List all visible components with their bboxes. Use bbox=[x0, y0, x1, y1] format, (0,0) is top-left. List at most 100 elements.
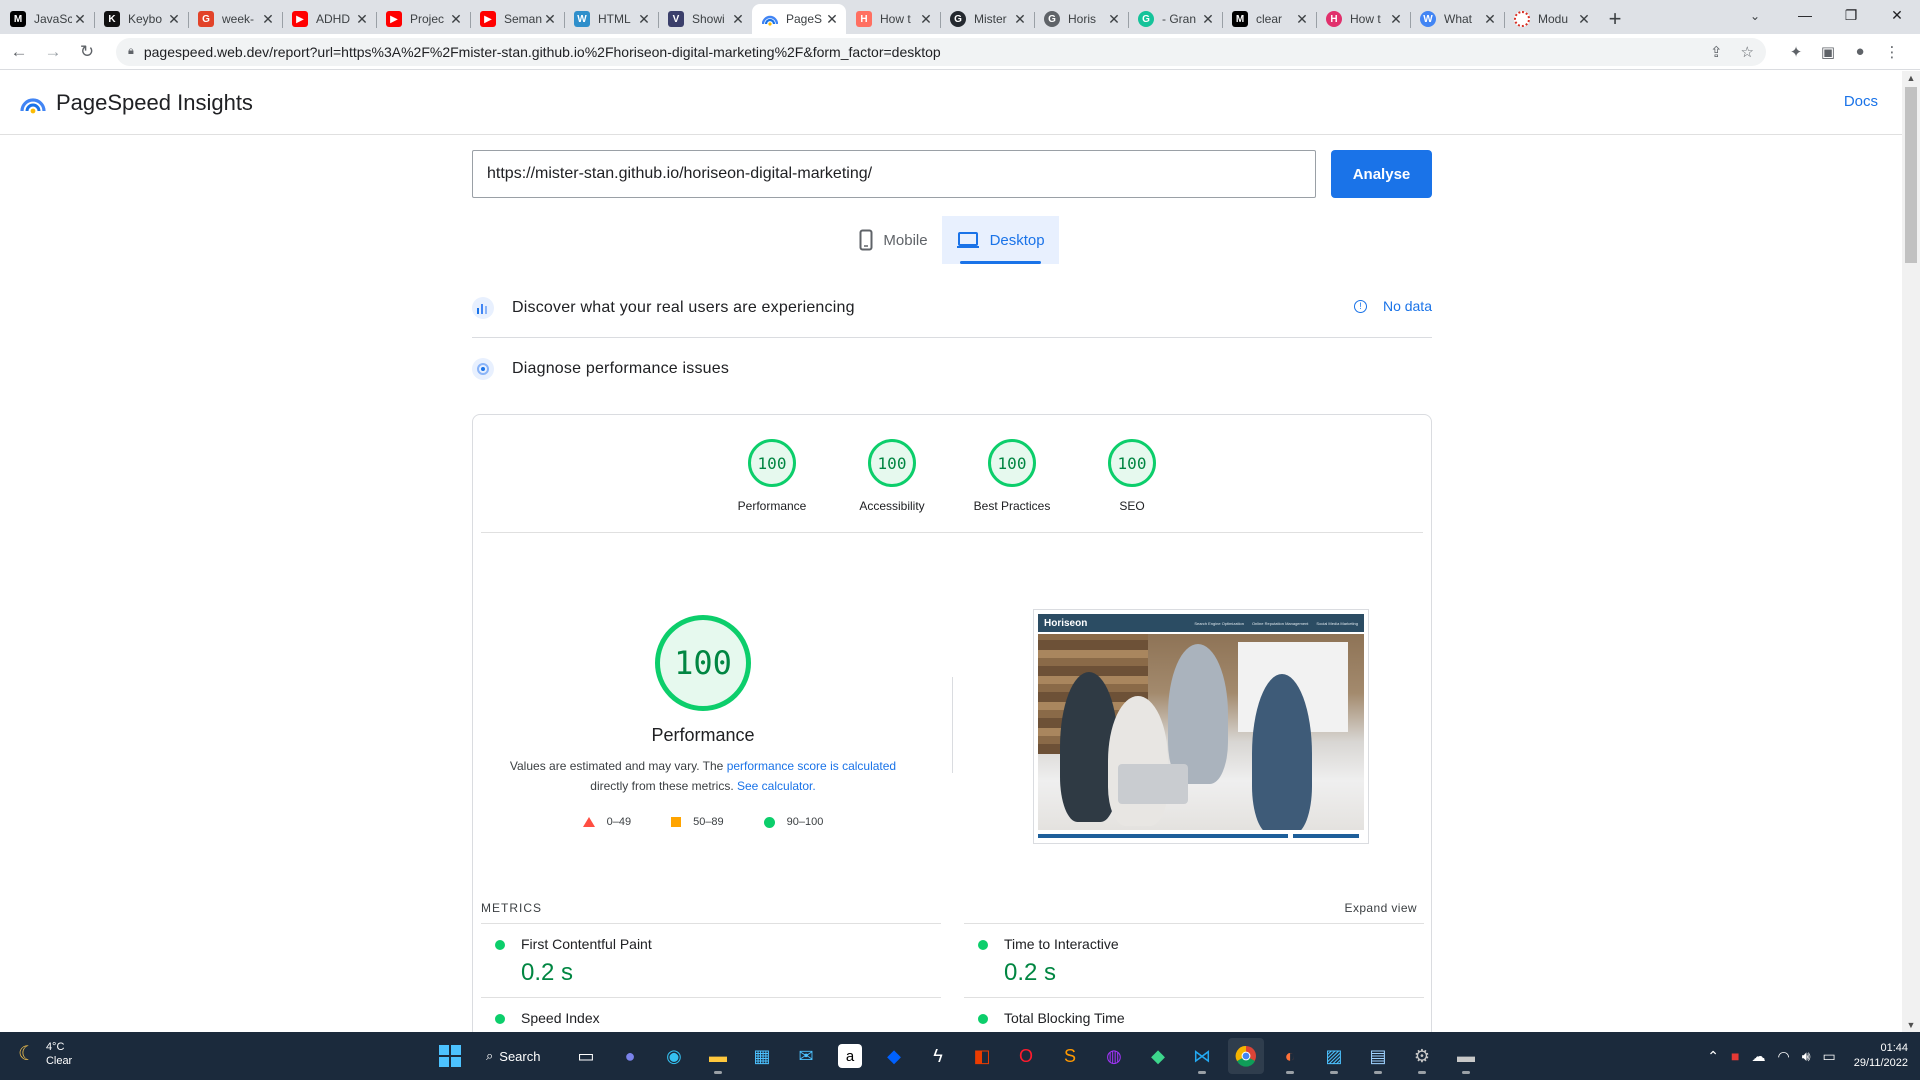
lock-icon[interactable]: 🔒︎ bbox=[128, 45, 134, 58]
close-icon[interactable]: ✕ bbox=[166, 11, 182, 28]
reload-icon[interactable]: ↻ bbox=[72, 37, 102, 67]
edge-icon[interactable]: ◉ bbox=[656, 1038, 692, 1074]
browser-tab[interactable]: ▶ ADHD ✕ bbox=[282, 4, 376, 34]
mail-icon[interactable]: ✉ bbox=[788, 1038, 824, 1074]
file-explorer-icon[interactable]: ▬ bbox=[700, 1038, 736, 1074]
close-icon[interactable]: ✕ bbox=[824, 11, 840, 28]
close-icon[interactable]: ✕ bbox=[1294, 11, 1310, 28]
profile-avatar-icon[interactable]: ● bbox=[1844, 43, 1876, 61]
battery-icon[interactable]: ▭ bbox=[1823, 1048, 1836, 1065]
see-calculator-link[interactable]: See calculator. bbox=[737, 779, 816, 793]
close-icon[interactable]: ✕ bbox=[730, 11, 746, 28]
browser-tab[interactable]: G - Gran ✕ bbox=[1128, 4, 1222, 34]
close-icon[interactable]: ✕ bbox=[636, 11, 652, 28]
sublime-text-icon[interactable]: S bbox=[1052, 1038, 1088, 1074]
browser-tab[interactable]: ▶ Projec ✕ bbox=[376, 4, 470, 34]
restore-icon[interactable]: ❐ bbox=[1828, 0, 1874, 30]
tray-app-icon[interactable]: ■ bbox=[1731, 1048, 1739, 1064]
page-scrollbar[interactable]: ▲ ▼ bbox=[1902, 71, 1920, 1032]
close-icon[interactable]: ✕ bbox=[1482, 11, 1498, 28]
close-icon[interactable]: ✕ bbox=[354, 11, 370, 28]
firefox-icon[interactable]: ◐ bbox=[1272, 1038, 1308, 1074]
minimize-icon[interactable]: — bbox=[1782, 0, 1828, 30]
browser-tab-active[interactable]: PageS ✕ bbox=[752, 4, 846, 34]
bookmark-star-icon[interactable]: ☆ bbox=[1741, 43, 1754, 61]
wifi-icon[interactable]: ◠ bbox=[1777, 1048, 1789, 1065]
chrome-icon[interactable] bbox=[1228, 1038, 1264, 1074]
window-close-icon[interactable]: ✕ bbox=[1874, 0, 1920, 30]
onedrive-cloud-icon[interactable]: ☁ bbox=[1751, 1048, 1765, 1065]
gauge-performance[interactable]: 100 Performance bbox=[712, 415, 832, 532]
browser-tab[interactable]: Modu ✕ bbox=[1504, 4, 1598, 34]
close-icon[interactable]: ✕ bbox=[72, 11, 88, 28]
expand-view-toggle[interactable]: Expand view bbox=[1345, 901, 1417, 915]
amazon-icon[interactable]: a bbox=[838, 1044, 862, 1068]
gauge-seo[interactable]: 100 SEO bbox=[1072, 415, 1192, 532]
start-button[interactable] bbox=[432, 1038, 468, 1074]
close-icon[interactable]: ✕ bbox=[1388, 11, 1404, 28]
kebab-menu-icon[interactable]: ⋮ bbox=[1876, 43, 1908, 61]
teams-chat-icon[interactable]: ● bbox=[612, 1038, 648, 1074]
clock[interactable]: 01:44 29/11/2022 bbox=[1854, 1041, 1908, 1071]
browser-tab[interactable]: K Keybo ✕ bbox=[94, 4, 188, 34]
share-icon[interactable]: ⇪ bbox=[1710, 43, 1723, 61]
dropbox-icon[interactable]: ◆ bbox=[876, 1038, 912, 1074]
paint-icon[interactable]: ▨ bbox=[1316, 1038, 1352, 1074]
notepad-icon[interactable]: ▤ bbox=[1360, 1038, 1396, 1074]
browser-tab[interactable]: H How t ✕ bbox=[846, 4, 940, 34]
scroll-up-arrow-icon[interactable]: ▲ bbox=[1902, 73, 1920, 83]
browser-tab[interactable]: Gweek- ✕ bbox=[188, 4, 282, 34]
gauge-accessibility[interactable]: 100 Accessibility bbox=[832, 415, 952, 532]
task-view-icon[interactable]: ▭ bbox=[568, 1038, 604, 1074]
close-icon[interactable]: ✕ bbox=[448, 11, 464, 28]
new-tab-button[interactable]: + bbox=[1598, 4, 1632, 34]
close-icon[interactable]: ✕ bbox=[1200, 11, 1216, 28]
chevron-up-icon[interactable]: ⌃ bbox=[1707, 1048, 1719, 1065]
messenger-icon[interactable]: ◍ bbox=[1096, 1038, 1132, 1074]
gauge-best-practices[interactable]: 100 Best Practices bbox=[952, 415, 1072, 532]
final-screenshot[interactable]: Horiseon Search Engine Optimization Onli… bbox=[1033, 609, 1369, 844]
terminal-icon[interactable]: ▬ bbox=[1448, 1038, 1484, 1074]
taskbar-search[interactable]: ⌕ Search bbox=[476, 1039, 560, 1073]
url-text[interactable]: pagespeed.web.dev/report?url=https%3A%2F… bbox=[144, 44, 1692, 60]
docs-link[interactable]: Docs bbox=[1844, 93, 1878, 110]
office-icon[interactable]: ◧ bbox=[964, 1038, 1000, 1074]
close-icon[interactable]: ✕ bbox=[1106, 11, 1122, 28]
browser-tab[interactable]: V Showi ✕ bbox=[658, 4, 752, 34]
browser-tab[interactable]: Mclear ✕ bbox=[1222, 4, 1316, 34]
back-arrow-icon[interactable]: ← bbox=[4, 37, 34, 67]
tab-mobile[interactable]: Mobile bbox=[845, 216, 941, 264]
browser-tab[interactable]: M JavaSc ✕ bbox=[0, 4, 94, 34]
browser-tab[interactable]: W HTML ✕ bbox=[564, 4, 658, 34]
weather-widget[interactable]: ☾ 4°C Clear bbox=[18, 1040, 72, 1068]
scrollbar-thumb[interactable] bbox=[1905, 87, 1917, 263]
settings-gear-icon[interactable]: ⚙ bbox=[1404, 1038, 1440, 1074]
close-icon[interactable]: ✕ bbox=[1576, 11, 1592, 28]
close-icon[interactable]: ✕ bbox=[542, 11, 558, 28]
volume-icon[interactable]: 🔊︎ bbox=[1802, 1048, 1811, 1065]
tab-desktop[interactable]: Desktop bbox=[941, 216, 1059, 264]
microsoft-store-icon[interactable]: ▦ bbox=[744, 1038, 780, 1074]
forward-arrow-icon[interactable]: → bbox=[38, 37, 68, 67]
score-calculated-link[interactable]: performance score is calculated bbox=[727, 759, 896, 773]
side-panel-icon[interactable]: ▣ bbox=[1812, 43, 1844, 61]
extensions-puzzle-icon[interactable]: ✦ bbox=[1780, 43, 1812, 61]
close-icon[interactable]: ✕ bbox=[260, 11, 276, 28]
no-data-link[interactable]: ! No data bbox=[1353, 298, 1432, 314]
url-input[interactable] bbox=[472, 150, 1316, 198]
git-kraken-icon[interactable]: ◆ bbox=[1140, 1038, 1176, 1074]
address-bar[interactable]: 🔒︎ pagespeed.web.dev/report?url=https%3A… bbox=[116, 37, 1766, 66]
analyse-button[interactable]: Analyse bbox=[1331, 150, 1432, 198]
browser-tab[interactable]: G Mister ✕ bbox=[940, 4, 1034, 34]
scroll-down-arrow-icon[interactable]: ▼ bbox=[1902, 1020, 1920, 1030]
opera-icon[interactable]: O bbox=[1008, 1038, 1044, 1074]
close-icon[interactable]: ✕ bbox=[1012, 11, 1028, 28]
browser-tab[interactable]: H How t ✕ bbox=[1316, 4, 1410, 34]
browser-tab[interactable]: ▶ Seman ✕ bbox=[470, 4, 564, 34]
bolt-app-icon[interactable]: ϟ bbox=[920, 1038, 956, 1074]
tab-search-chevron-icon[interactable]: ⌄ bbox=[1740, 4, 1770, 28]
vscode-icon[interactable]: ⋈ bbox=[1184, 1038, 1220, 1074]
browser-tab[interactable]: G Horis ✕ bbox=[1034, 4, 1128, 34]
close-icon[interactable]: ✕ bbox=[918, 11, 934, 28]
browser-tab[interactable]: W What ✕ bbox=[1410, 4, 1504, 34]
